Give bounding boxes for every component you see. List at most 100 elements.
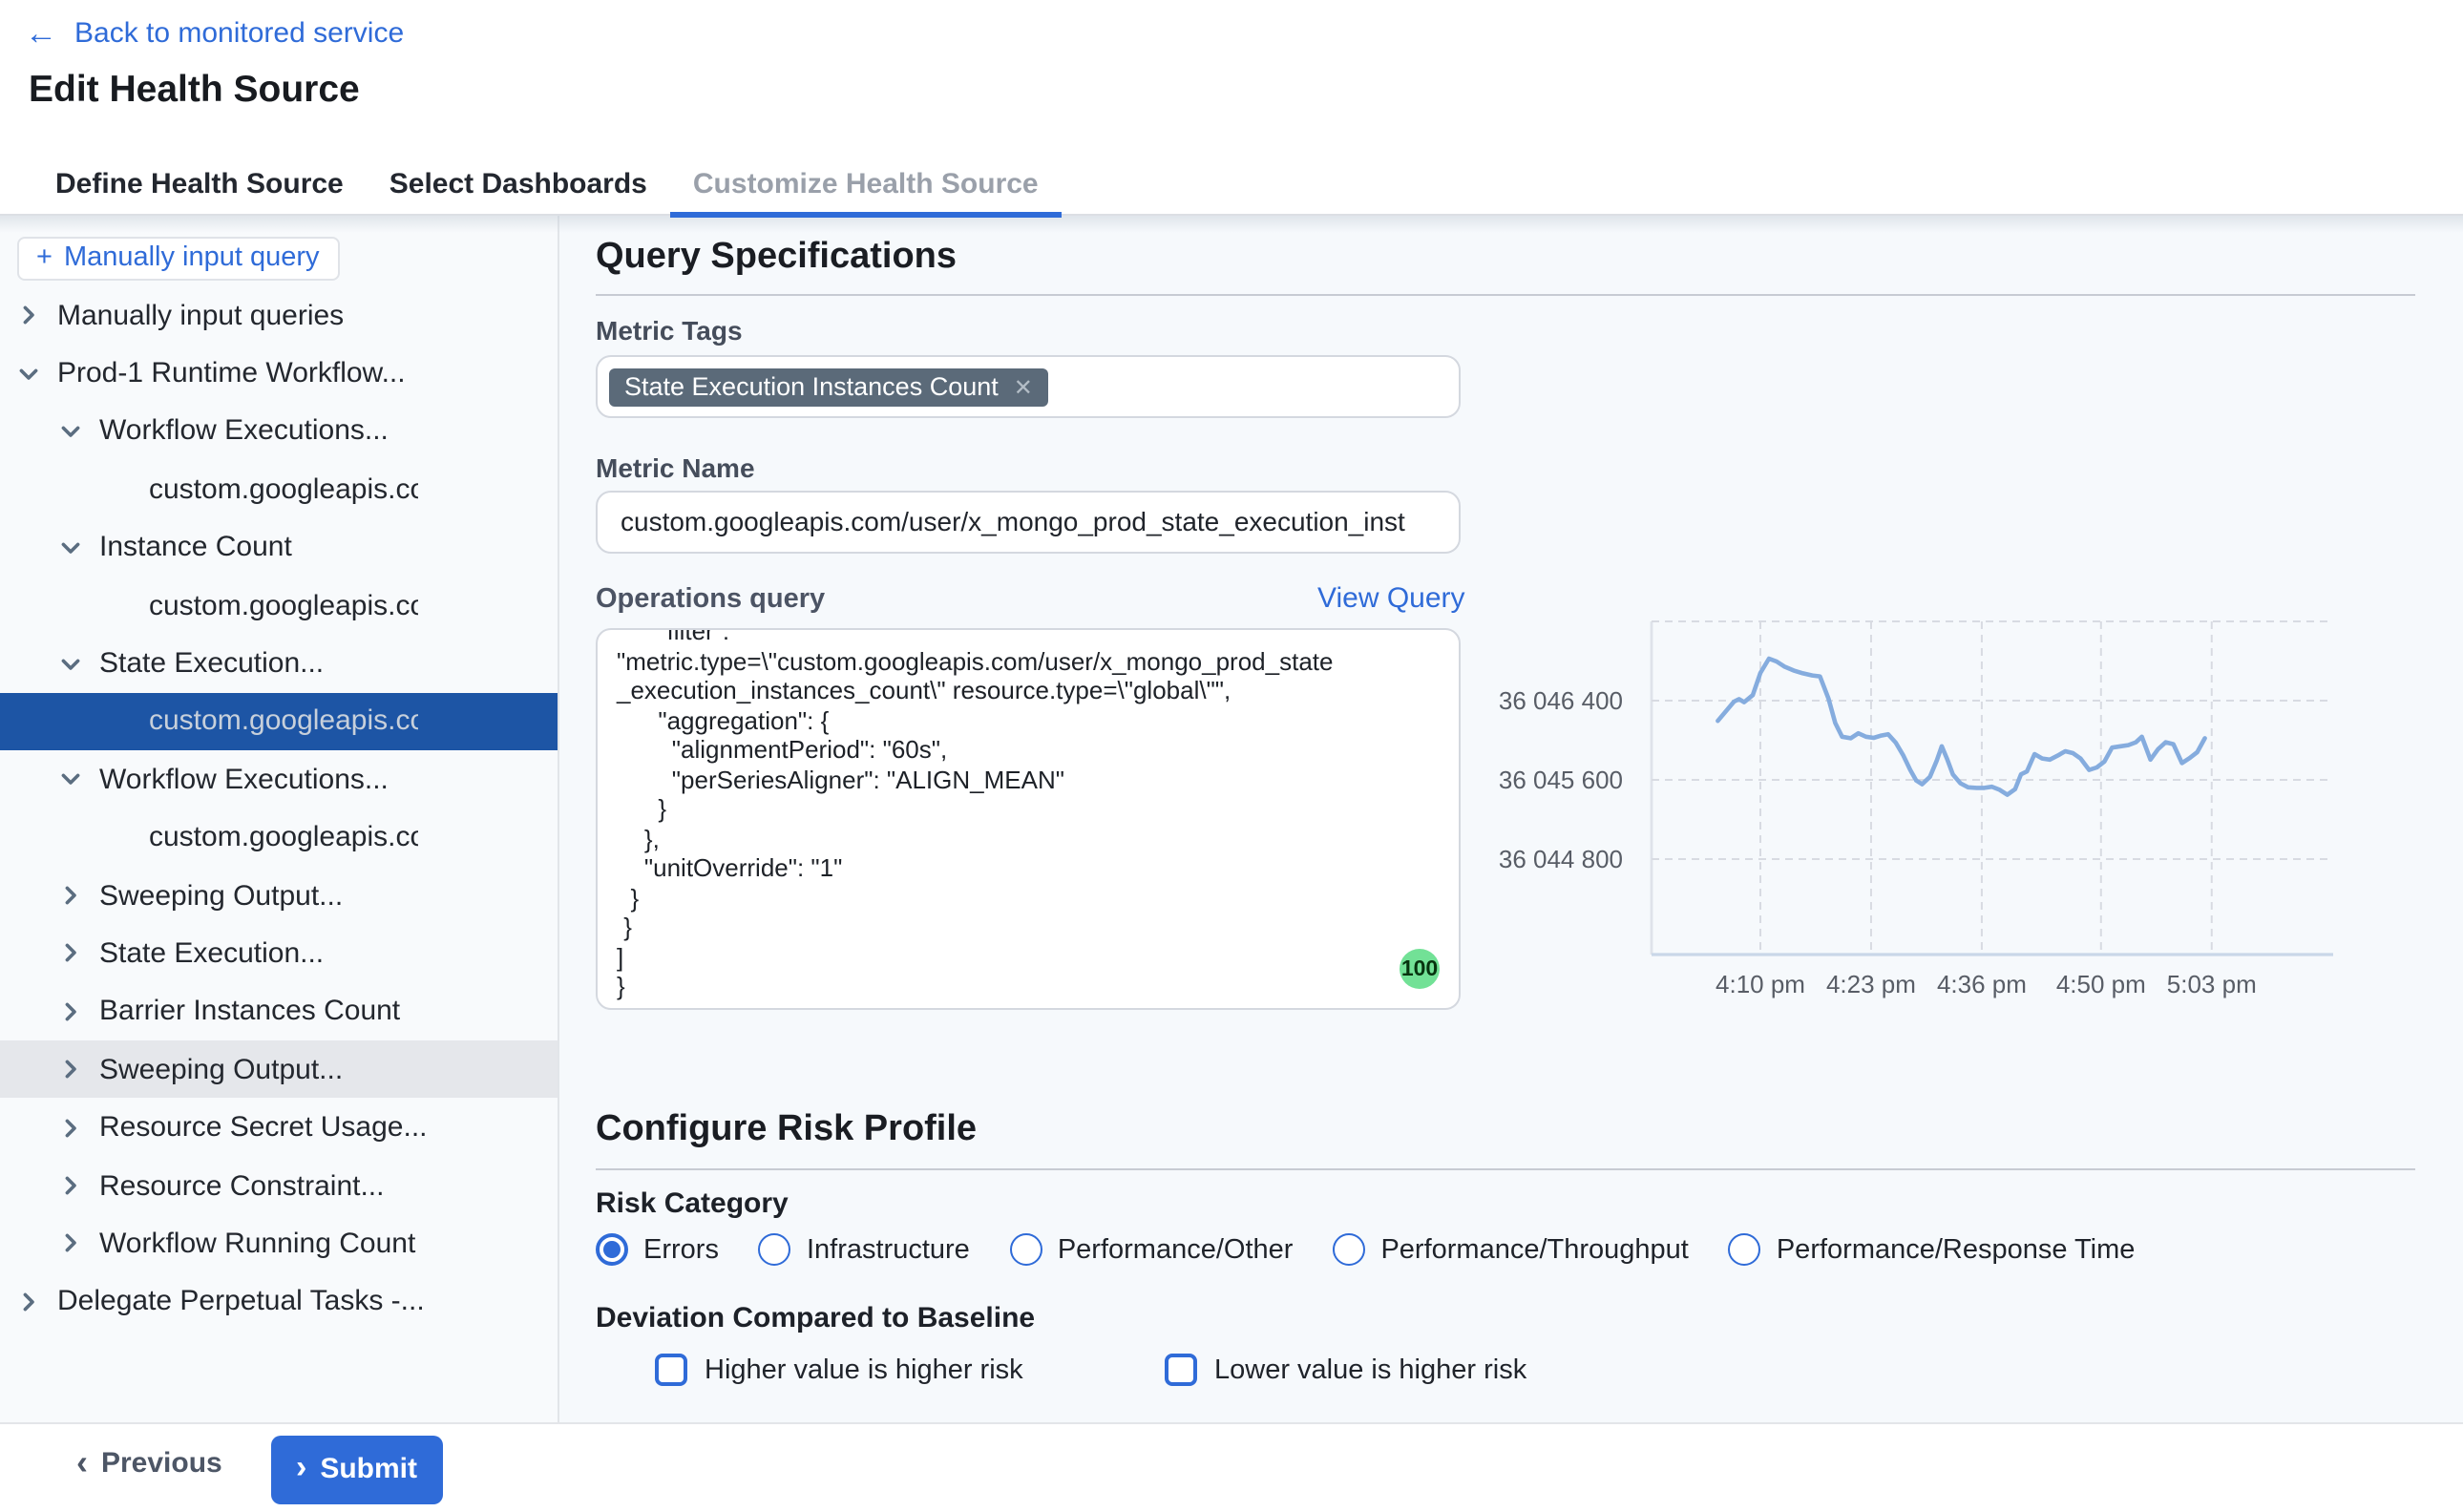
chevron-right-icon[interactable] — [59, 884, 82, 907]
x-tick-label: 4:23 pm — [1826, 970, 1916, 998]
y-tick-label: 36 045 600 — [1499, 766, 1623, 794]
radio-selected-icon[interactable] — [596, 1233, 628, 1266]
tree-item-sweeping-output[interactable]: Sweeping Output... — [0, 867, 558, 925]
tree-item-resource-constraint[interactable]: Resource Constraint... — [0, 1157, 558, 1215]
tab-select-dashboards[interactable]: Select Dashboards — [367, 157, 670, 216]
checkbox-label: Lower value is higher risk — [1214, 1354, 1526, 1385]
tree-item-custom-googleapis-co[interactable]: custom.googleapis.co — [0, 808, 558, 867]
chevron-right-icon[interactable] — [59, 1000, 82, 1023]
header-shadow — [0, 216, 2463, 233]
tree-item-label: Workflow Running Count — [99, 1228, 415, 1260]
risk-radio-performance-throughput[interactable]: Performance/Throughput — [1333, 1233, 1688, 1266]
tree-item-sweeping-output[interactable]: Sweeping Output... — [0, 1040, 558, 1099]
line-chart: 36 046 40036 045 60036 044 8004:10 pm4:2… — [1489, 611, 2368, 1012]
radio-icon[interactable] — [759, 1233, 791, 1266]
x-tick-label: 4:10 pm — [1716, 970, 1805, 998]
tab-customize-health-source[interactable]: Customize Health Source — [670, 157, 1062, 216]
checkbox-icon[interactable] — [1165, 1354, 1197, 1386]
section-divider — [596, 294, 2415, 296]
query-specifications-heading: Query Specifications — [596, 237, 957, 279]
tree-item-label: Sweeping Output... — [99, 879, 343, 912]
risk-category-radio-group: Errors Infrastructure Performance/Other Per… — [596, 1233, 2135, 1266]
operations-query-textarea[interactable]: "filter": "metric.type=\"custom.googleap… — [596, 628, 1461, 1010]
radio-label: Performance/Response Time — [1777, 1234, 2136, 1265]
chevron-down-icon[interactable] — [17, 362, 40, 385]
view-query-link[interactable]: View Query — [1317, 582, 1465, 615]
tree-item-manually-input-queries[interactable]: Manually input queries — [0, 286, 558, 345]
radio-label: Performance/Other — [1058, 1234, 1294, 1265]
tree-item-label: Delegate Perpetual Tasks -... — [57, 1286, 425, 1318]
tree-item-delegate-perpetual-tasks[interactable]: Delegate Perpetual Tasks -... — [0, 1272, 558, 1331]
tree-item-label: Manually input queries — [57, 299, 344, 331]
chevron-down-icon[interactable] — [59, 652, 82, 675]
add-query-label: Manually input query — [64, 242, 320, 273]
metric-tags-input[interactable]: State Execution Instances Count ✕ — [596, 355, 1461, 418]
chevron-down-icon[interactable] — [59, 768, 82, 791]
radio-label: Performance/Throughput — [1380, 1234, 1688, 1265]
operations-query-text: "filter": "metric.type=\"custom.googleap… — [598, 628, 1459, 1001]
records-count-badge: 100 — [1400, 949, 1440, 989]
footer-bar: ‹ Previous › Submit — [0, 1422, 2463, 1512]
chevron-right-icon[interactable] — [59, 1116, 82, 1139]
risk-radio-performance-response-time[interactable]: Performance/Response Time — [1729, 1233, 2136, 1266]
risk-radio-errors[interactable]: Errors — [596, 1233, 719, 1266]
page-title: Edit Health Source — [29, 69, 360, 113]
radio-icon[interactable] — [1010, 1233, 1042, 1266]
tree-item-workflow-running-count[interactable]: Workflow Running Count — [0, 1215, 558, 1273]
add-manual-query-button[interactable]: + Manually input query — [17, 237, 341, 281]
tree-item-custom-googleapis-co[interactable]: custom.googleapis.co — [0, 460, 558, 518]
operations-query-label: Operations query — [596, 584, 825, 615]
tree-item-workflow-executions[interactable]: Workflow Executions... — [0, 750, 558, 808]
plus-icon: + — [36, 242, 53, 273]
chevron-right-icon[interactable] — [17, 304, 40, 326]
deviation-label: Deviation Compared to Baseline — [596, 1302, 1035, 1334]
tree-item-workflow-executions[interactable]: Workflow Executions... — [0, 403, 558, 461]
risk-radio-performance-other[interactable]: Performance/Other — [1010, 1233, 1294, 1266]
metric-line-series — [1717, 659, 2204, 795]
chevron-right-icon[interactable] — [59, 1059, 82, 1082]
chevron-down-icon[interactable] — [59, 420, 82, 443]
previous-button[interactable]: ‹ Previous — [76, 1447, 222, 1480]
chevron-right-icon[interactable] — [59, 1232, 82, 1255]
metric-tag-chip[interactable]: State Execution Instances Count ✕ — [609, 368, 1048, 406]
risk-category-label: Risk Category — [596, 1187, 789, 1220]
chevron-right-icon[interactable] — [59, 1174, 82, 1197]
query-sidebar: + Manually input query Manually input qu… — [0, 216, 559, 1422]
tree-item-custom-googleapis-co[interactable]: custom.googleapis.co — [0, 692, 558, 750]
back-link[interactable]: ← Back to monitored service — [25, 17, 404, 50]
tab-define-health-source[interactable]: Define Health Source — [32, 157, 367, 216]
x-tick-label: 5:03 pm — [2167, 970, 2257, 998]
tree-item-state-execution[interactable]: State Execution... — [0, 635, 558, 693]
submit-button[interactable]: › Submit — [271, 1435, 442, 1503]
back-arrow-icon: ← — [25, 17, 57, 50]
chevron-down-icon[interactable] — [59, 536, 82, 559]
deviation-checkbox-higher-value-is-higher-risk[interactable]: Higher value is higher risk — [655, 1354, 1023, 1386]
tree-item-label: Workflow Executions... — [99, 415, 389, 448]
tree-item-label: State Execution... — [99, 647, 324, 680]
radio-icon[interactable] — [1333, 1233, 1365, 1266]
remove-tag-icon[interactable]: ✕ — [1014, 373, 1033, 400]
deviation-checkbox-lower-value-is-higher-risk[interactable]: Lower value is higher risk — [1165, 1354, 1526, 1386]
tree-item-label: State Execution... — [99, 937, 324, 970]
tree-item-prod-1-runtime-workflow[interactable]: Prod-1 Runtime Workflow... — [0, 345, 558, 403]
tree-item-custom-googleapis-co[interactable]: custom.googleapis.co — [0, 577, 558, 635]
previous-label: Previous — [101, 1447, 222, 1480]
tabs: Define Health SourceSelect DashboardsCus… — [32, 157, 1062, 216]
tree-item-label: Workflow Executions... — [99, 764, 389, 796]
metric-tags-label: Metric Tags — [596, 315, 743, 346]
tree-item-state-execution[interactable]: State Execution... — [0, 925, 558, 983]
tree-item-label: Sweeping Output... — [99, 1054, 343, 1086]
radio-icon[interactable] — [1729, 1233, 1761, 1266]
chevron-right-icon[interactable] — [17, 1291, 40, 1313]
chevron-right-icon[interactable] — [59, 942, 82, 965]
checkbox-icon[interactable] — [655, 1354, 687, 1386]
metric-name-label: Metric Name — [596, 452, 755, 483]
tree-item-label: custom.googleapis.co — [149, 589, 418, 621]
tree-item-resource-secret-usage[interactable]: Resource Secret Usage... — [0, 1099, 558, 1157]
tree-item-label: custom.googleapis.co — [149, 821, 418, 853]
metric-tag-chip-label: State Execution Instances Count — [624, 372, 999, 401]
tree-item-barrier-instances-count[interactable]: Barrier Instances Count — [0, 982, 558, 1040]
tree-item-instance-count[interactable]: Instance Count — [0, 518, 558, 577]
metric-name-input[interactable]: custom.googleapis.com/user/x_mongo_prod_… — [596, 491, 1461, 554]
risk-radio-infrastructure[interactable]: Infrastructure — [759, 1233, 970, 1266]
